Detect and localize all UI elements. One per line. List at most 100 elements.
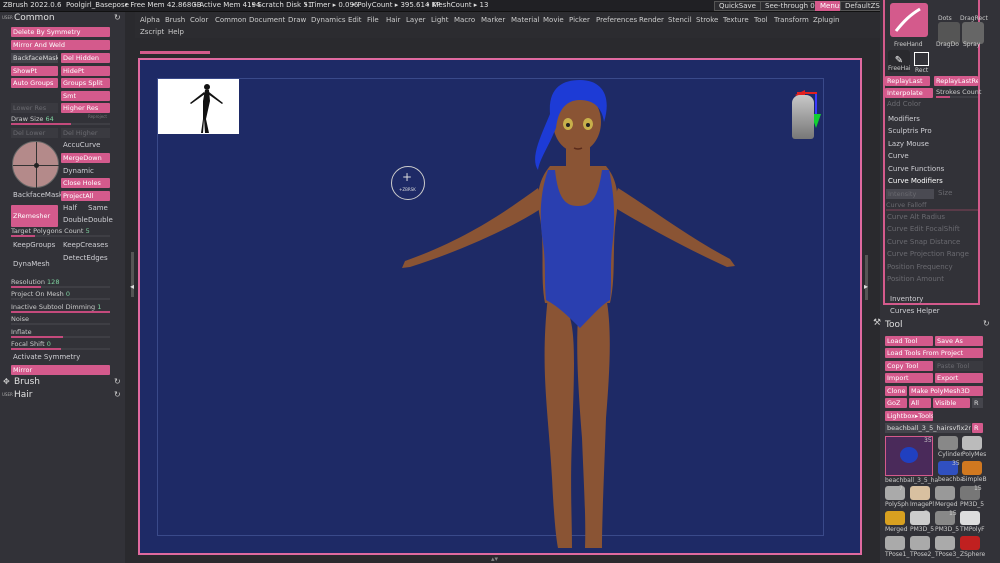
focal-shift-slider[interactable]: Focal Shift 0	[11, 340, 110, 350]
tray-collapse-left-icon[interactable]: ◂	[130, 282, 134, 291]
menu-preferences[interactable]: Preferences	[596, 16, 637, 24]
spray-stroke-label[interactable]: Spray	[963, 41, 980, 48]
brush-palette-title[interactable]: Brush	[14, 377, 40, 387]
tool-thumb-label[interactable]: TPose1_	[885, 551, 909, 558]
intensity-button[interactable]: Intensity	[886, 189, 934, 199]
higher-res-button[interactable]: Higher Res	[61, 103, 110, 113]
refresh-icon[interactable]: ↻	[114, 390, 121, 399]
freehair-stroke-label[interactable]: FreeHai	[888, 65, 911, 72]
refresh-icon[interactable]: ↻	[114, 377, 121, 386]
dragdot-stroke-label[interactable]: DragDo	[936, 41, 959, 48]
inventory-item[interactable]: Inventory	[890, 295, 923, 303]
tool-thumb-icon[interactable]	[962, 461, 982, 475]
inflate-slider[interactable]: Inflate	[11, 328, 110, 338]
tool-thumb-label[interactable]: TPose3_	[935, 551, 959, 558]
rect-stroke-label[interactable]: Rect	[915, 67, 928, 74]
copy-tool-button[interactable]: Copy Tool	[885, 361, 933, 371]
hair-palette-title[interactable]: Hair	[14, 390, 32, 400]
modifiers-item[interactable]: Modifiers	[888, 115, 920, 123]
menu-brush[interactable]: Brush	[165, 16, 185, 24]
double-button-1[interactable]: Double	[63, 216, 88, 224]
menu-texture[interactable]: Texture	[723, 16, 749, 24]
curve-functions-item[interactable]: Curve Functions	[888, 165, 944, 173]
goz-button[interactable]: GoZ	[885, 398, 907, 408]
close-holes-button[interactable]: Close Holes	[61, 178, 110, 188]
projectall-button[interactable]: ProjectAll	[61, 191, 110, 201]
draw-size-slider[interactable]: Draw Size 64	[11, 115, 110, 125]
menu-macro[interactable]: Macro	[454, 16, 475, 24]
refresh-icon[interactable]: ↻	[114, 13, 121, 22]
tool-thumb-icon[interactable]	[938, 436, 958, 450]
half-button[interactable]: Half	[63, 204, 77, 212]
del-higher-button[interactable]: Del Higher	[61, 128, 110, 138]
export-button[interactable]: Export	[935, 373, 983, 383]
menu-movie[interactable]: Movie	[543, 16, 564, 24]
dots-stroke-label[interactable]: Dots	[938, 15, 952, 22]
see-through-slider[interactable]: See-through 0	[760, 1, 820, 11]
curves-helper-item[interactable]: Curves Helper	[890, 307, 940, 315]
quicksave-button[interactable]: QuickSave	[714, 1, 761, 11]
tool-thumb-label[interactable]: PM3D_5	[910, 526, 934, 533]
replaylast-button[interactable]: ReplayLast	[885, 76, 930, 86]
tool-thumb-icon[interactable]	[935, 536, 955, 550]
menu-help[interactable]: Help	[168, 28, 184, 36]
tool-thumb-icon[interactable]	[935, 486, 955, 500]
del-lower-button[interactable]: Del Lower	[11, 128, 58, 138]
resolution-slider[interactable]: Resolution 128	[11, 278, 110, 288]
tool-thumb-label[interactable]: ImagePl	[910, 501, 934, 508]
tool-palette-title[interactable]: Tool	[885, 320, 902, 330]
import-button[interactable]: Import	[885, 373, 933, 383]
lightbox-tools-button[interactable]: Lightbox▸Tools	[885, 411, 933, 421]
replaylastrel-button[interactable]: ReplayLastRel	[934, 76, 978, 86]
tool-thumb-icon[interactable]	[960, 536, 980, 550]
menu-stroke[interactable]: Stroke	[696, 16, 718, 24]
strokes-count-slider[interactable]: Strokes Count	[936, 88, 981, 98]
curve-falloff-slider[interactable]: Curve Falloff	[886, 201, 978, 211]
r-button[interactable]: R	[972, 398, 983, 408]
dynamesh-button[interactable]: DynaMesh	[13, 260, 50, 268]
freehand-stroke-label[interactable]: FreeHand	[894, 41, 923, 48]
right-tray-scrollbar[interactable]	[865, 255, 868, 300]
lazy-mouse-item[interactable]: Lazy Mouse	[888, 140, 929, 148]
clone-button[interactable]: Clone	[885, 386, 907, 396]
tool-thumb-label[interactable]: Cylinder	[938, 451, 963, 458]
backface-mask-button[interactable]: BackfaceMask	[11, 53, 58, 63]
menu-transform[interactable]: Transform	[774, 16, 809, 24]
common-palette-title[interactable]: Common	[14, 13, 55, 23]
menu-render[interactable]: Render	[639, 16, 664, 24]
noise-slider[interactable]: Noise	[11, 315, 110, 325]
curve-item[interactable]: Curve	[888, 152, 909, 160]
mirror-button[interactable]: Mirror	[11, 365, 110, 375]
detectedges-toggle[interactable]: DetectEdges	[63, 254, 108, 262]
accucurve-label[interactable]: AccuCurve	[63, 141, 100, 149]
menu-layer[interactable]: Layer	[406, 16, 426, 24]
menu-dynamics[interactable]: Dynamics	[311, 16, 346, 24]
visible-button[interactable]: Visible	[933, 398, 970, 408]
r-button-2[interactable]: R	[972, 423, 983, 433]
paste-tool-button[interactable]: Paste Tool	[935, 361, 983, 371]
keepgroups-toggle[interactable]: KeepGroups	[13, 241, 55, 249]
tool-thumb-icon[interactable]	[885, 511, 905, 525]
all-button[interactable]: All	[909, 398, 931, 408]
menu-file[interactable]: File	[367, 16, 379, 24]
auto-groups-button[interactable]: Auto Groups	[11, 78, 58, 88]
tool-thumb-label[interactable]: PolyMes	[962, 451, 986, 458]
tool-thumb-label[interactable]: Merged	[885, 526, 908, 533]
size-button[interactable]: Size	[938, 189, 952, 197]
menu-light[interactable]: Light	[431, 16, 448, 24]
tool-thumb-icon[interactable]	[885, 536, 905, 550]
zremesher-button[interactable]: ZRemesher	[11, 205, 58, 227]
make-polymesh3d-button[interactable]: Make PolyMesh3D	[909, 386, 983, 396]
tool-thumb-label[interactable]: beachba	[938, 476, 964, 483]
tool-thumb-label[interactable]: TPose2_	[910, 551, 934, 558]
menu-edit[interactable]: Edit	[348, 16, 362, 24]
tool-thumb-icon[interactable]	[962, 436, 982, 450]
tool-thumb-label[interactable]: Merged	[935, 501, 958, 508]
del-hidden-button[interactable]: Del Hidden	[61, 53, 110, 63]
menu-zscript[interactable]: Zscript	[140, 28, 164, 36]
interpolate-toggle[interactable]: Interpolate	[885, 88, 933, 98]
backface-mask-label[interactable]: BackfaceMask	[13, 191, 63, 199]
tool-thumb-label[interactable]: TMPolyF	[960, 526, 985, 533]
tool-thumb-label[interactable]: PolySph	[885, 501, 909, 508]
tool-thumb-label[interactable]: PM3D_5	[960, 501, 984, 508]
